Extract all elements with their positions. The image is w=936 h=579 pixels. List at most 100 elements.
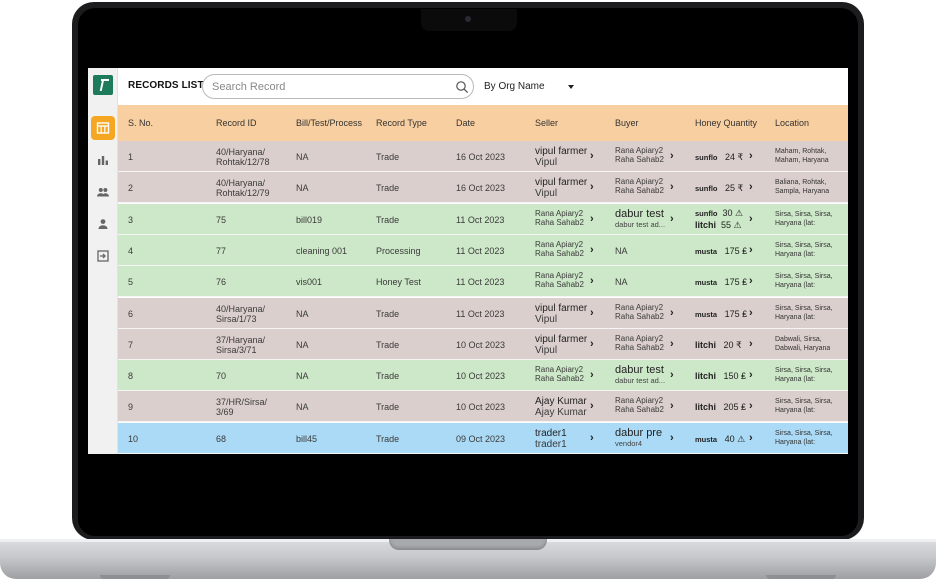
- chevron-right-icon[interactable]: ›: [749, 400, 753, 412]
- chevron-right-icon[interactable]: ›: [749, 244, 753, 256]
- cell-seller[interactable]: vipul farmer Vipul: [535, 146, 587, 168]
- chevron-right-icon[interactable]: ›: [670, 432, 674, 444]
- chevron-right-icon[interactable]: ›: [749, 338, 753, 350]
- buyer-name: dabur test: [615, 207, 664, 220]
- search-input[interactable]: [212, 78, 442, 96]
- chevron-right-icon[interactable]: ›: [749, 369, 753, 381]
- cell-seller[interactable]: Rana Apiary2 Raha Sahab2: [535, 240, 584, 258]
- cell-buyer[interactable]: Rana Apiary2 Raha Sahab2: [615, 396, 667, 414]
- chevron-right-icon[interactable]: ›: [749, 150, 753, 162]
- location-line: Haryana (lat:: [775, 250, 816, 258]
- user-icon[interactable]: [91, 212, 115, 236]
- location-line: Haryana (lat:: [775, 407, 816, 415]
- buyer-sub: dabur test ad...: [615, 219, 666, 229]
- cell-date: 10 Oct 2023: [456, 339, 506, 350]
- cell-honey: sunflo 30 ⚠ litchi 55 ⚠: [695, 208, 743, 230]
- cell-seller[interactable]: Rana Apiary2 Raha Sahab2: [535, 209, 584, 227]
- laptop-foot-right: [766, 575, 836, 579]
- chevron-right-icon[interactable]: ›: [670, 307, 674, 319]
- cell-bill: NA: [296, 308, 309, 319]
- table-row[interactable]: 4 77 cleaning 001 Processing 11 Oct 2023 Rana…: [118, 234, 848, 266]
- cell-buyer[interactable]: dabur test dabur test ad...: [615, 208, 667, 229]
- bar-chart-icon[interactable]: [91, 148, 115, 172]
- chevron-right-icon[interactable]: ›: [590, 213, 594, 225]
- chevron-right-icon[interactable]: ›: [749, 213, 753, 225]
- cell-seller[interactable]: Ajay Kumar Ajay Kumar: [535, 396, 587, 418]
- table-row[interactable]: 5 76 vis001 Honey Test 11 Oct 2023 Rana Apiar…: [118, 266, 848, 298]
- table-row[interactable]: 3 75 bill019 Trade 11 Oct 2023 Rana Apiary2 Ra…: [118, 203, 848, 235]
- cell-record-type: Trade: [376, 214, 400, 225]
- cell-seller[interactable]: vipul farmer Vipul: [535, 334, 587, 356]
- table-row[interactable]: 1 40/Haryana/Rohtak/12/78 NA Trade 16 Oct 20…: [118, 141, 848, 172]
- seller-name: Rana Apiary2: [535, 365, 584, 375]
- chevron-right-icon[interactable]: ›: [590, 369, 594, 381]
- honey-quantity: 40 ⚠: [724, 433, 746, 444]
- cell-buyer[interactable]: dabur pre vendor4: [615, 427, 667, 448]
- chevron-right-icon[interactable]: ›: [670, 150, 674, 162]
- honey-quantity: 30 ⚠: [722, 207, 744, 218]
- cell-buyer: NA: [615, 277, 628, 288]
- chevron-right-icon[interactable]: ›: [670, 181, 674, 193]
- chevron-right-icon[interactable]: ›: [670, 338, 674, 350]
- chevron-right-icon[interactable]: ›: [590, 432, 594, 444]
- cell-record-id: 37/HR/Sirsa/3/69: [216, 397, 267, 417]
- camera-icon: [465, 16, 471, 22]
- chevron-right-icon[interactable]: ›: [670, 213, 674, 225]
- column-header: Bill/Test/Process: [296, 118, 362, 128]
- cell-record-type: Trade: [376, 371, 400, 382]
- chevron-right-icon[interactable]: ›: [670, 400, 674, 412]
- cell-seller[interactable]: vipul farmer Vipul: [535, 177, 587, 199]
- chevron-right-icon[interactable]: ›: [749, 181, 753, 193]
- table-row[interactable]: 7 37/Haryana/Sirsa/3/71 NA Trade 10 Oct 2023…: [118, 328, 848, 360]
- search-icon[interactable]: [455, 80, 469, 94]
- chevron-right-icon[interactable]: ›: [590, 244, 594, 256]
- org-filter-select[interactable]: By Org Name: [484, 81, 545, 92]
- location-line: Sirsa, Sirsa, Sirsa,: [775, 210, 833, 218]
- cell-sno: 7: [128, 339, 134, 350]
- cell-buyer[interactable]: Rana Apiary2 Raha Sahab2: [615, 303, 667, 321]
- seller-sub: Raha Sahab2: [535, 280, 584, 290]
- cell-buyer[interactable]: Rana Apiary2 Raha Sahab2: [615, 177, 667, 195]
- chevron-right-icon[interactable]: ›: [749, 275, 753, 287]
- users-icon[interactable]: [91, 180, 115, 204]
- cell-location: Sirsa, Sirsa, Sirsa, Haryana (lat:: [775, 429, 833, 447]
- column-header: Record ID: [216, 118, 257, 128]
- column-header: Location: [775, 118, 810, 128]
- table-row[interactable]: 9 37/HR/Sirsa/3/69 NA Trade 10 Oct 2023 Ajay …: [118, 391, 848, 423]
- chevron-down-icon[interactable]: [568, 85, 574, 89]
- chevron-right-icon[interactable]: ›: [590, 275, 594, 287]
- cell-honey: musta 175 ₤: [695, 246, 747, 257]
- chevron-right-icon[interactable]: ›: [749, 307, 753, 319]
- seller-name: Rana Apiary2: [535, 271, 584, 281]
- logout-icon[interactable]: [91, 244, 115, 268]
- cell-buyer[interactable]: Rana Apiary2 Raha Sahab2: [615, 334, 667, 352]
- chevron-right-icon[interactable]: ›: [590, 181, 594, 193]
- chevron-right-icon[interactable]: ›: [590, 150, 594, 162]
- buyer-name: Rana Apiary2: [615, 333, 664, 343]
- chevron-right-icon[interactable]: ›: [670, 369, 674, 381]
- seller-name: Rana Apiary2: [535, 208, 584, 218]
- table-row[interactable]: 10 68 bill45 Trade 09 Oct 2023 trader1 trader1…: [118, 422, 848, 454]
- cell-seller[interactable]: Rana Apiary2 Raha Sahab2: [535, 365, 584, 383]
- cell-seller[interactable]: vipul farmer Vipul: [535, 303, 587, 325]
- cell-seller[interactable]: Rana Apiary2 Raha Sahab2: [535, 271, 584, 289]
- chevron-right-icon[interactable]: ›: [590, 338, 594, 350]
- honey-quantity: 205 ₤: [723, 402, 747, 413]
- cell-sno: 4: [128, 245, 134, 256]
- chevron-right-icon[interactable]: ›: [590, 400, 594, 412]
- cell-buyer[interactable]: dabur test dabur test ad...: [615, 364, 667, 385]
- location-line: Sirsa, Sirsa, Sirsa,: [775, 429, 833, 437]
- search-box[interactable]: [202, 74, 474, 99]
- cell-buyer[interactable]: Rana Apiary2 Raha Sahab2: [615, 146, 667, 164]
- chevron-right-icon[interactable]: ›: [749, 432, 753, 444]
- cell-seller[interactable]: trader1 trader1: [535, 428, 567, 450]
- chevron-right-icon[interactable]: ›: [590, 307, 594, 319]
- cell-date: 16 Oct 2023: [456, 152, 506, 162]
- app-logo: [93, 75, 113, 95]
- table-row[interactable]: 2 40/Haryana/Rohtak/12/79 NA Trade 16 Oct 20…: [118, 172, 848, 204]
- table-icon[interactable]: [91, 116, 115, 140]
- record-id-line: 40/Haryana/: [216, 303, 266, 314]
- table-row[interactable]: 6 40/Haryana/Sirsa/1/73 NA Trade 11 Oct 2023…: [118, 297, 848, 329]
- table-row[interactable]: 8 70 NA Trade 10 Oct 2023 Rana Apiary2 Raha Sa…: [118, 360, 848, 392]
- buyer-sub: vendor4: [615, 438, 643, 448]
